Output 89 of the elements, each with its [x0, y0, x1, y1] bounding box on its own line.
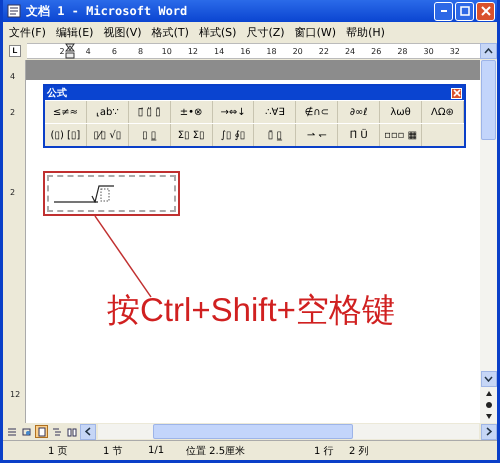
indent-marker-icon[interactable] — [65, 43, 75, 59]
menu-item[interactable]: 尺寸(Z) — [246, 24, 285, 40]
ruler-number: 16 — [239, 46, 252, 56]
web-view-icon — [22, 426, 32, 436]
ruler-number: 4 — [84, 46, 92, 56]
ruler-number: 2 — [10, 188, 16, 197]
caret-icon — [484, 48, 493, 54]
palette-button[interactable]: Σ▯ Σ▯ — [170, 124, 213, 146]
reading-view-icon — [66, 426, 76, 436]
caret-icon — [85, 427, 91, 436]
palette-button[interactable]: ▯⁄▯ √▯ — [86, 124, 129, 146]
scroll-up-button[interactable] — [480, 43, 497, 59]
palette-button[interactable]: ∴∀∃ — [254, 101, 296, 123]
palette-button[interactable]: ∂∞ℓ — [338, 101, 380, 123]
equation-frame[interactable] — [43, 171, 180, 216]
menu-item[interactable]: 编辑(E) — [56, 24, 94, 40]
ruler-number: 26 — [370, 46, 382, 56]
menu-item[interactable]: 窗口(W) — [294, 24, 336, 40]
palette-button[interactable]: Π̇ Ü — [338, 124, 380, 146]
scroll-down-button[interactable] — [480, 371, 496, 387]
maximize-icon — [460, 6, 470, 16]
page-view-icon — [36, 426, 46, 436]
outline-view-icon — [52, 426, 62, 436]
menu-item[interactable]: 文件(F) — [9, 24, 46, 40]
next-page-icon[interactable] — [484, 413, 492, 421]
ruler-number: 22 — [318, 46, 330, 56]
status-text: 2 列 — [349, 444, 369, 458]
scroll-right-button[interactable] — [481, 424, 497, 440]
menu-item[interactable]: 格式(T) — [152, 24, 189, 40]
ruler-number: 20 — [292, 46, 304, 56]
status-text: 1 行 — [314, 444, 335, 458]
status-text: 1 页 — [48, 444, 69, 458]
minimize-button[interactable] — [434, 2, 453, 20]
palette-button[interactable]: (▯) [▯] — [45, 124, 87, 146]
window-title: 文档 1 - Microsoft Word — [26, 2, 188, 20]
status-text: 1 节 — [103, 444, 124, 458]
ruler-number: 2 — [10, 108, 16, 117]
ruler-number: 14 — [213, 46, 226, 56]
ruler-number: 28 — [396, 46, 409, 56]
palette-button[interactable]: ▯̄ ▯̲ — [254, 124, 296, 146]
scroll-thumb[interactable] — [153, 424, 353, 439]
palette-button[interactable]: ▯⃗ ▯̈ ▯̄ — [128, 101, 171, 123]
document-icon — [7, 4, 21, 18]
palette-button[interactable]: λωθ — [380, 101, 422, 123]
ruler-number: 12 — [186, 46, 200, 56]
palette-button[interactable]: ΛΩ⊛ — [422, 101, 464, 123]
ruler-number: 12 — [10, 390, 20, 399]
maximize-button[interactable] — [455, 2, 474, 20]
ruler-number: 18 — [265, 46, 278, 56]
palette-button[interactable]: ⸤ab∵ — [86, 101, 129, 123]
ruler-number: 32 — [448, 46, 461, 56]
palette-button[interactable]: ⇀ ↽ — [296, 124, 338, 146]
square-root-template-icon — [54, 184, 116, 202]
status-text: 1/1 — [148, 445, 166, 456]
ruler-number: 24 — [344, 46, 356, 56]
palette-button[interactable]: →⇔↓ — [212, 101, 254, 123]
scroll-left-button[interactable] — [80, 424, 96, 440]
annotation-text: 按Ctrl+Shift+空格键 — [107, 290, 395, 330]
palette-button[interactable]: ▫▫▫ ▦ — [380, 124, 422, 146]
tab-selector-button[interactable]: L — [9, 45, 21, 57]
browse-object-icon[interactable] — [484, 401, 492, 409]
caret-icon — [486, 427, 492, 436]
ruler-number: 30 — [422, 46, 435, 56]
palette-button[interactable]: ▯ ▯̲ — [128, 124, 171, 146]
menu-item[interactable]: 视图(V) — [103, 24, 142, 40]
previous-page-icon[interactable] — [484, 389, 492, 397]
palette-button[interactable]: ≤≠≈ — [45, 101, 87, 123]
toolbar-title: 公式 — [47, 86, 67, 100]
view-button[interactable] — [35, 425, 48, 438]
close-button[interactable] — [476, 2, 495, 20]
close-button[interactable] — [451, 88, 462, 98]
close-icon — [452, 89, 460, 97]
ruler-number: 10 — [160, 46, 173, 56]
caret-icon — [484, 376, 493, 382]
minimize-icon — [440, 10, 446, 12]
ruler-number: 6 — [110, 46, 118, 56]
normal-view-icon — [6, 426, 16, 436]
ruler-number: 8 — [137, 46, 144, 56]
scroll-thumb[interactable] — [481, 60, 496, 140]
palette-button[interactable]: ∉∩⊂ — [296, 101, 338, 123]
menu-item[interactable]: 样式(S) — [198, 24, 236, 40]
menu-item[interactable]: 帮助(H) — [346, 24, 385, 40]
close-icon — [480, 6, 490, 16]
ruler-number: 4 — [10, 72, 16, 81]
ruler-number: 2 — [58, 46, 66, 56]
status-text: 位置 2.5厘米 — [186, 444, 246, 458]
palette-button[interactable]: ±•⊗ — [170, 101, 213, 123]
palette-button[interactable]: ∫▯ ∮▯ — [212, 124, 254, 146]
vertical-scrollbar[interactable] — [480, 60, 497, 423]
